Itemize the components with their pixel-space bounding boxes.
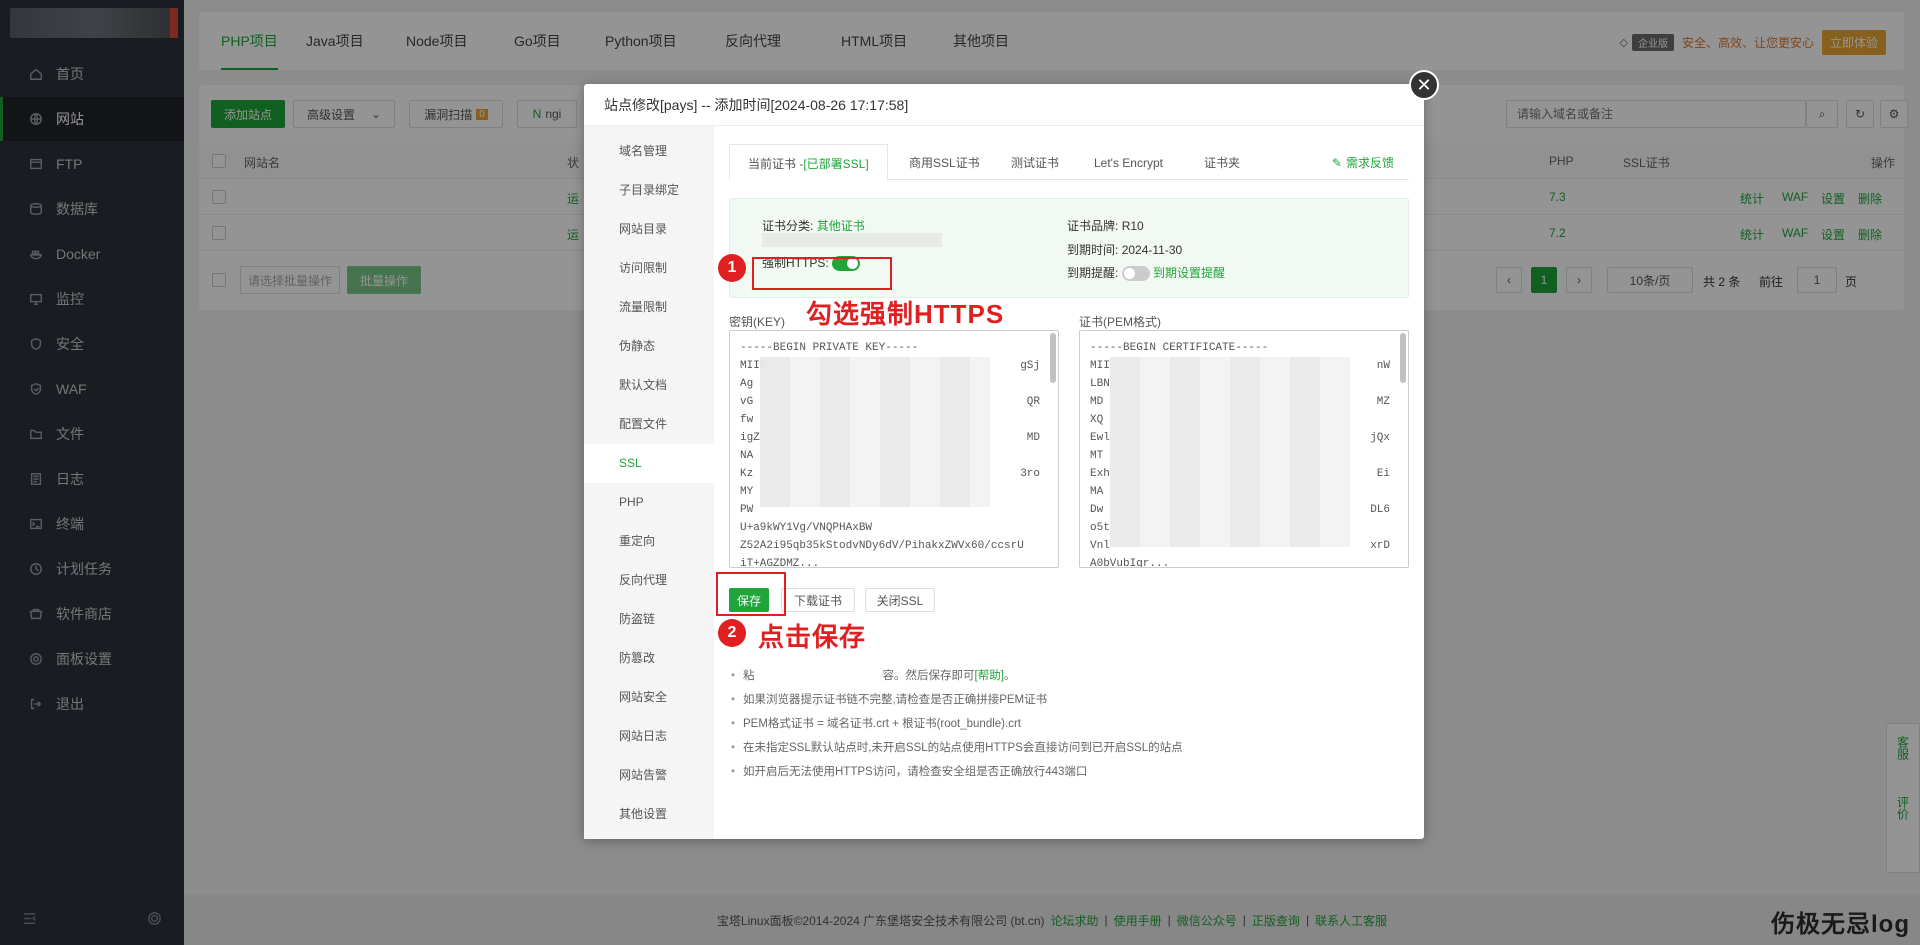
- textarea-fragment: xrD: [1370, 540, 1390, 552]
- cert-expire: 到期时间: 2024-11-30: [1067, 241, 1182, 258]
- cert-label: 证书(PEM格式): [1079, 315, 1161, 329]
- textarea-line: iT+AGZDMZ...: [740, 558, 820, 568]
- tab-test-cert[interactable]: 测试证书: [1011, 144, 1059, 180]
- ssl-content: 当前证书 -[已部署SSL] 商用SSL证书 测试证书 Let's Encryp…: [714, 126, 1424, 839]
- note1-prefix: 粘: [743, 670, 755, 682]
- textarea-fragment: jQx: [1370, 432, 1390, 444]
- textarea-line: U+a9kWY1Vg/VNQPHAxBW: [740, 522, 873, 534]
- remind-label: 到期提醒:: [1067, 266, 1119, 280]
- note-item: PEM格式证书 = 域名证书.crt + 根证书(root_bundle).cr…: [729, 712, 1183, 736]
- expire-value: 2024-11-30: [1121, 243, 1183, 257]
- tab-current-status: [已部署SSL]: [803, 157, 869, 171]
- textarea-fragment: QR: [1026, 396, 1040, 408]
- help-link[interactable]: [帮助]: [975, 670, 1004, 682]
- modal-nav-item-9[interactable]: PHP: [584, 483, 714, 522]
- feedback-link[interactable]: ✎ 需求反馈: [1332, 154, 1394, 171]
- cert-brand: 证书品牌: R10: [1067, 217, 1144, 234]
- modal-nav-item-2[interactable]: 网站目录: [584, 210, 714, 249]
- ssl-notes: 粘容。然后保存即可[帮助]。 如果浏览器提示证书链不完整,请检查是否正确拼接PE…: [729, 664, 1183, 784]
- textarea-fragment: nW: [1376, 360, 1390, 372]
- note-item: 粘容。然后保存即可[帮助]。: [729, 664, 1183, 688]
- tab-cert-folder[interactable]: 证书夹: [1204, 144, 1240, 180]
- textarea-fragment: Ei: [1376, 468, 1390, 480]
- brand-label: 证书品牌:: [1067, 219, 1119, 233]
- annotation-text-1: 勾选强制HTTPS: [806, 299, 1005, 329]
- textarea-fragment: MD: [1026, 432, 1040, 444]
- modal-nav-item-4[interactable]: 流量限制: [584, 288, 714, 327]
- modal-nav-item-12[interactable]: 防盗链: [584, 600, 714, 639]
- download-cert-button[interactable]: 下载证书: [781, 588, 855, 612]
- annotation-step-2: 2: [718, 619, 746, 647]
- brand-value: R10: [1121, 219, 1144, 233]
- textarea-fragment: MZ: [1376, 396, 1390, 408]
- annotation-text-2: 点击保存: [758, 622, 867, 652]
- modal-nav-item-7[interactable]: 配置文件: [584, 405, 714, 444]
- feedback-label: 需求反馈: [1345, 156, 1394, 170]
- modal-nav-item-11[interactable]: 反向代理: [584, 561, 714, 600]
- note-item: 如开启后无法使用HTTPS访问，请检查安全组是否正确放行443端口: [729, 760, 1183, 784]
- key-label: 密钥(KEY): [729, 315, 786, 329]
- expire-label: 到期时间:: [1067, 243, 1119, 257]
- cert-remind: 到期提醒: 到期设置提醒: [1067, 264, 1225, 282]
- textarea-fragment: DL6: [1370, 504, 1390, 516]
- annotation-step-1: 1: [718, 254, 746, 282]
- modal-nav-item-14[interactable]: 网站安全: [584, 678, 714, 717]
- modal-nav-item-13[interactable]: 防篡改: [584, 639, 714, 678]
- modal-nav-item-8[interactable]: SSL: [584, 444, 714, 483]
- tab-current-label: 当前证书 -: [748, 157, 804, 171]
- annotation-box-force-https: [752, 257, 892, 290]
- modal-nav-item-1[interactable]: 子目录绑定: [584, 171, 714, 210]
- modal-nav: 域名管理 子目录绑定 网站目录 访问限制 流量限制 伪静态 默认文档 配置文件 SSL PHP 重定…: [584, 126, 714, 839]
- textarea-fragment: gSj: [1020, 360, 1040, 372]
- annotation-box-save: [716, 572, 786, 616]
- modal-nav-item-0[interactable]: 域名管理: [584, 132, 714, 171]
- close-icon[interactable]: ✕: [1409, 70, 1439, 100]
- note-item: 在未指定SSL默认站点时,未开启SSL的站点使用HTTPS会直接访问到已开启SS…: [729, 736, 1183, 760]
- edit-icon: ✎: [1331, 155, 1342, 170]
- remind-toggle[interactable]: [1121, 266, 1150, 282]
- blurred-content: [1110, 357, 1350, 547]
- scrollbar-thumb[interactable]: [1050, 333, 1056, 383]
- textarea-line: -----BEGIN CERTIFICATE-----: [1090, 342, 1269, 354]
- remind-link[interactable]: 到期设置提醒: [1153, 266, 1225, 280]
- note1-suffix: 容。然后保存即可: [882, 670, 975, 682]
- site-edit-modal: 站点修改[pays] -- 添加时间[2024-08-26 17:17:58] …: [584, 84, 1424, 839]
- modal-nav-item-3[interactable]: 访问限制: [584, 249, 714, 288]
- modal-nav-item-10[interactable]: 重定向: [584, 522, 714, 561]
- tab-current-cert[interactable]: 当前证书 -[已部署SSL]: [729, 144, 888, 180]
- modal-nav-item-15[interactable]: 网站日志: [584, 717, 714, 756]
- cert-category: 证书分类: 其他证书: [762, 217, 865, 234]
- blurred-content: [760, 357, 990, 507]
- tab-letsencrypt[interactable]: Let's Encrypt: [1094, 144, 1163, 180]
- category-label: 证书分类:: [762, 219, 814, 233]
- domain-blurred: [762, 233, 942, 247]
- note-item: 如果浏览器提示证书链不完整,请检查是否正确拼接PEM证书: [729, 688, 1183, 712]
- tab-commercial-ssl[interactable]: 商用SSL证书: [909, 144, 980, 180]
- certificate-textarea[interactable]: -----BEGIN CERTIFICATE----- MII LBN MD XQ Ewl…: [1079, 330, 1409, 568]
- textarea-line: A0bVubIgr...: [1090, 558, 1170, 568]
- close-ssl-button[interactable]: 关闭SSL: [865, 588, 935, 612]
- modal-nav-item-16[interactable]: 网站告警: [584, 756, 714, 795]
- category-value: 其他证书: [816, 219, 865, 233]
- modal-title: 站点修改[pays] -- 添加时间[2024-08-26 17:17:58]: [584, 84, 1424, 126]
- modal-nav-item-5[interactable]: 伪静态: [584, 327, 714, 366]
- ssl-tabs: 当前证书 -[已部署SSL] 商用SSL证书 测试证书 Let's Encryp…: [729, 144, 1409, 180]
- scrollbar-thumb[interactable]: [1400, 333, 1406, 383]
- watermark: 伤极无忌log: [1771, 911, 1910, 938]
- textarea-line: Z52A2i95qb35kStodvNDy6dV/PihakxZWVx60/cc…: [740, 540, 1024, 552]
- modal-nav-item-17[interactable]: 其他设置: [584, 795, 714, 834]
- textarea-fragment: 3ro: [1020, 468, 1040, 480]
- modal-nav-item-6[interactable]: 默认文档: [584, 366, 714, 405]
- textarea-line: -----BEGIN PRIVATE KEY-----: [740, 342, 919, 354]
- private-key-textarea[interactable]: -----BEGIN PRIVATE KEY----- MIIE Ag vG fw igZ…: [729, 330, 1059, 568]
